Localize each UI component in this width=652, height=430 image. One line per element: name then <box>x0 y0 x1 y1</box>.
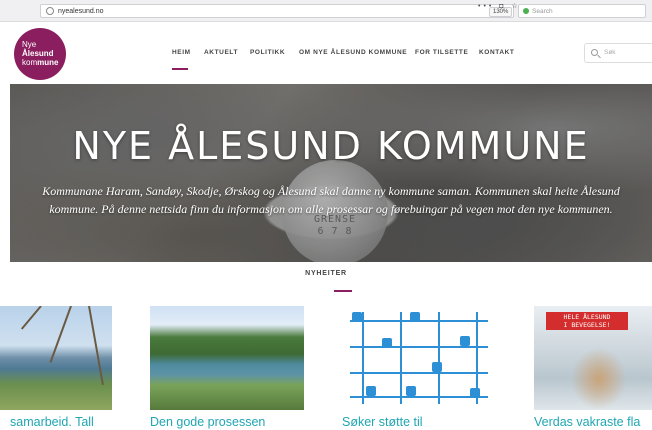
app-icon <box>460 336 470 346</box>
news-heading: NYHEITER <box>305 270 347 277</box>
news-card-4-image[interactable]: HELE ÅLESUND I BEVEGELSE! <box>534 306 652 410</box>
browser-search-placeholder: Search <box>532 8 553 15</box>
browser-search-input[interactable]: Search <box>518 4 646 18</box>
search-icon <box>591 49 598 56</box>
card-4-banner: HELE ÅLESUND I BEVEGELSE! <box>546 312 628 330</box>
news-card-3-image[interactable] <box>342 306 496 410</box>
nav-item-kontakt[interactable]: KONTAKT <box>479 46 515 60</box>
app-icon <box>470 388 480 398</box>
news-card-4[interactable]: HELE ÅLESUND I BEVEGELSE! Verdas vakrast… <box>534 306 652 429</box>
news-card-4-title[interactable]: Verdas vakraste fla <box>534 414 640 430</box>
network-line <box>350 372 488 374</box>
network-line <box>438 312 440 404</box>
url-text: nyealesund.no <box>58 8 104 15</box>
toolbar-icons[interactable]: ••• ◘ ☆ <box>478 2 521 12</box>
logo-line-3: kommune <box>22 58 58 67</box>
card-4-banner-line-2: I BEVEGELSE! <box>563 321 611 329</box>
site-logo[interactable]: Nye Ålesund kommune <box>14 28 66 80</box>
hero-overlay <box>10 84 652 262</box>
hero-text-line-1: Kommunane Haram, Sandøy, Skodje, Ørskog … <box>42 184 620 198</box>
nav-item-heim[interactable]: HEIM <box>172 46 191 60</box>
news-card-2-image[interactable] <box>150 306 304 410</box>
app-icon <box>382 338 392 348</box>
nav-item-for-tilsette[interactable]: FOR TILSETTE <box>415 46 468 60</box>
hero-text-line-2: kommune. På denne nettsida finn du infor… <box>49 202 613 216</box>
branch-shape <box>49 306 72 363</box>
news-card-1-image[interactable] <box>0 306 112 410</box>
site-info-icon[interactable] <box>46 7 54 15</box>
logo-line-1: Nye <box>22 40 37 49</box>
news-card-1-title[interactable]: samarbeid. Tall <box>10 414 94 430</box>
nav-item-om-nye-alesund-kommune[interactable]: OM NYE ÅLESUND KOMMUNE <box>299 46 407 60</box>
network-line <box>350 346 488 348</box>
search-engine-icon <box>523 8 529 14</box>
branch-shape <box>88 306 104 385</box>
nav-active-indicator <box>172 68 188 70</box>
hero-banner: GRENSE 6 7 8 NYE ÅLESUND KOMMUNE Kommuna… <box>10 84 652 262</box>
card-4-banner-line-1: HELE ÅLESUND <box>563 313 611 321</box>
news-card-2[interactable]: Den gode prosessen <box>150 306 304 429</box>
network-line <box>362 312 364 404</box>
news-card-3-title[interactable]: Søker støtte til <box>342 414 423 430</box>
app-icon <box>352 312 362 322</box>
news-card-1[interactable]: samarbeid. Tall <box>0 306 112 429</box>
network-line <box>350 396 488 398</box>
app-icon <box>406 386 416 396</box>
news-card-3[interactable]: Søker støtte til <box>342 306 496 429</box>
site-search-placeholder: Søk <box>604 49 616 56</box>
logo-line-3-prefix: kom <box>22 58 38 67</box>
network-line <box>400 312 402 404</box>
news-card-2-title[interactable]: Den gode prosessen <box>150 414 265 430</box>
nav-item-aktuelt[interactable]: AKTUELT <box>204 46 238 60</box>
logo-line-2: Ålesund <box>22 49 54 58</box>
app-icon <box>366 386 376 396</box>
browser-toolbar: nyealesund.no 130% ••• ◘ ☆ Search <box>0 0 652 22</box>
app-icon <box>410 312 420 322</box>
hero-description: Kommunane Haram, Sandøy, Skodje, Ørskog … <box>10 182 652 218</box>
news-heading-underline <box>334 290 352 292</box>
hero-title: NYE ÅLESUND KOMMUNE <box>72 124 590 168</box>
branch-shape <box>20 306 42 330</box>
site-search-input[interactable]: Søk <box>584 43 652 63</box>
address-bar[interactable]: nyealesund.no 130% <box>40 4 514 18</box>
app-icon <box>432 362 442 372</box>
nav-item-politikk[interactable]: POLITIKK <box>250 46 285 60</box>
logo-line-3-bold: mune <box>37 58 59 67</box>
